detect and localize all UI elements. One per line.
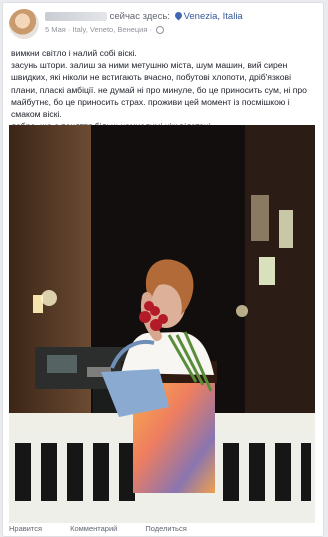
post-photo[interactable] — [9, 125, 315, 523]
globe-icon[interactable] — [156, 26, 165, 35]
post-actions: Нравится Комментарий Поделиться — [9, 524, 317, 536]
comment-button[interactable]: Комментарий — [70, 524, 117, 536]
author-line: сейчас здесь: Venezia, Italia — [45, 10, 243, 22]
share-button[interactable]: Поделиться — [145, 524, 186, 536]
post-line-2: засунь штори. залиш за ними метушню міст… — [11, 60, 307, 120]
location-link[interactable]: Venezia, Italia — [184, 11, 243, 22]
location-pin-icon — [173, 10, 184, 21]
post-text: вимкни світло і налий собі віскі. засунь… — [11, 47, 315, 132]
post-date[interactable]: 5 Мая — [45, 25, 66, 34]
post-header: сейчас здесь: Venezia, Italia 5 Мая · It… — [9, 9, 317, 41]
avatar[interactable] — [9, 9, 39, 39]
post-meta: 5 Мая · Italy, Veneto, Венеция · — [45, 25, 165, 35]
post-line-1: вимкни світло і налий собі віскі. — [11, 48, 137, 58]
like-button[interactable]: Нравится — [9, 524, 42, 536]
venice-night-photo — [9, 125, 315, 523]
post-card: сейчас здесь: Venezia, Italia 5 Мая · It… — [2, 2, 324, 537]
post-place[interactable]: Italy, Veneto, Венеция — [73, 25, 148, 34]
status-text: сейчас здесь: — [109, 11, 170, 22]
author-name[interactable] — [45, 11, 107, 21]
